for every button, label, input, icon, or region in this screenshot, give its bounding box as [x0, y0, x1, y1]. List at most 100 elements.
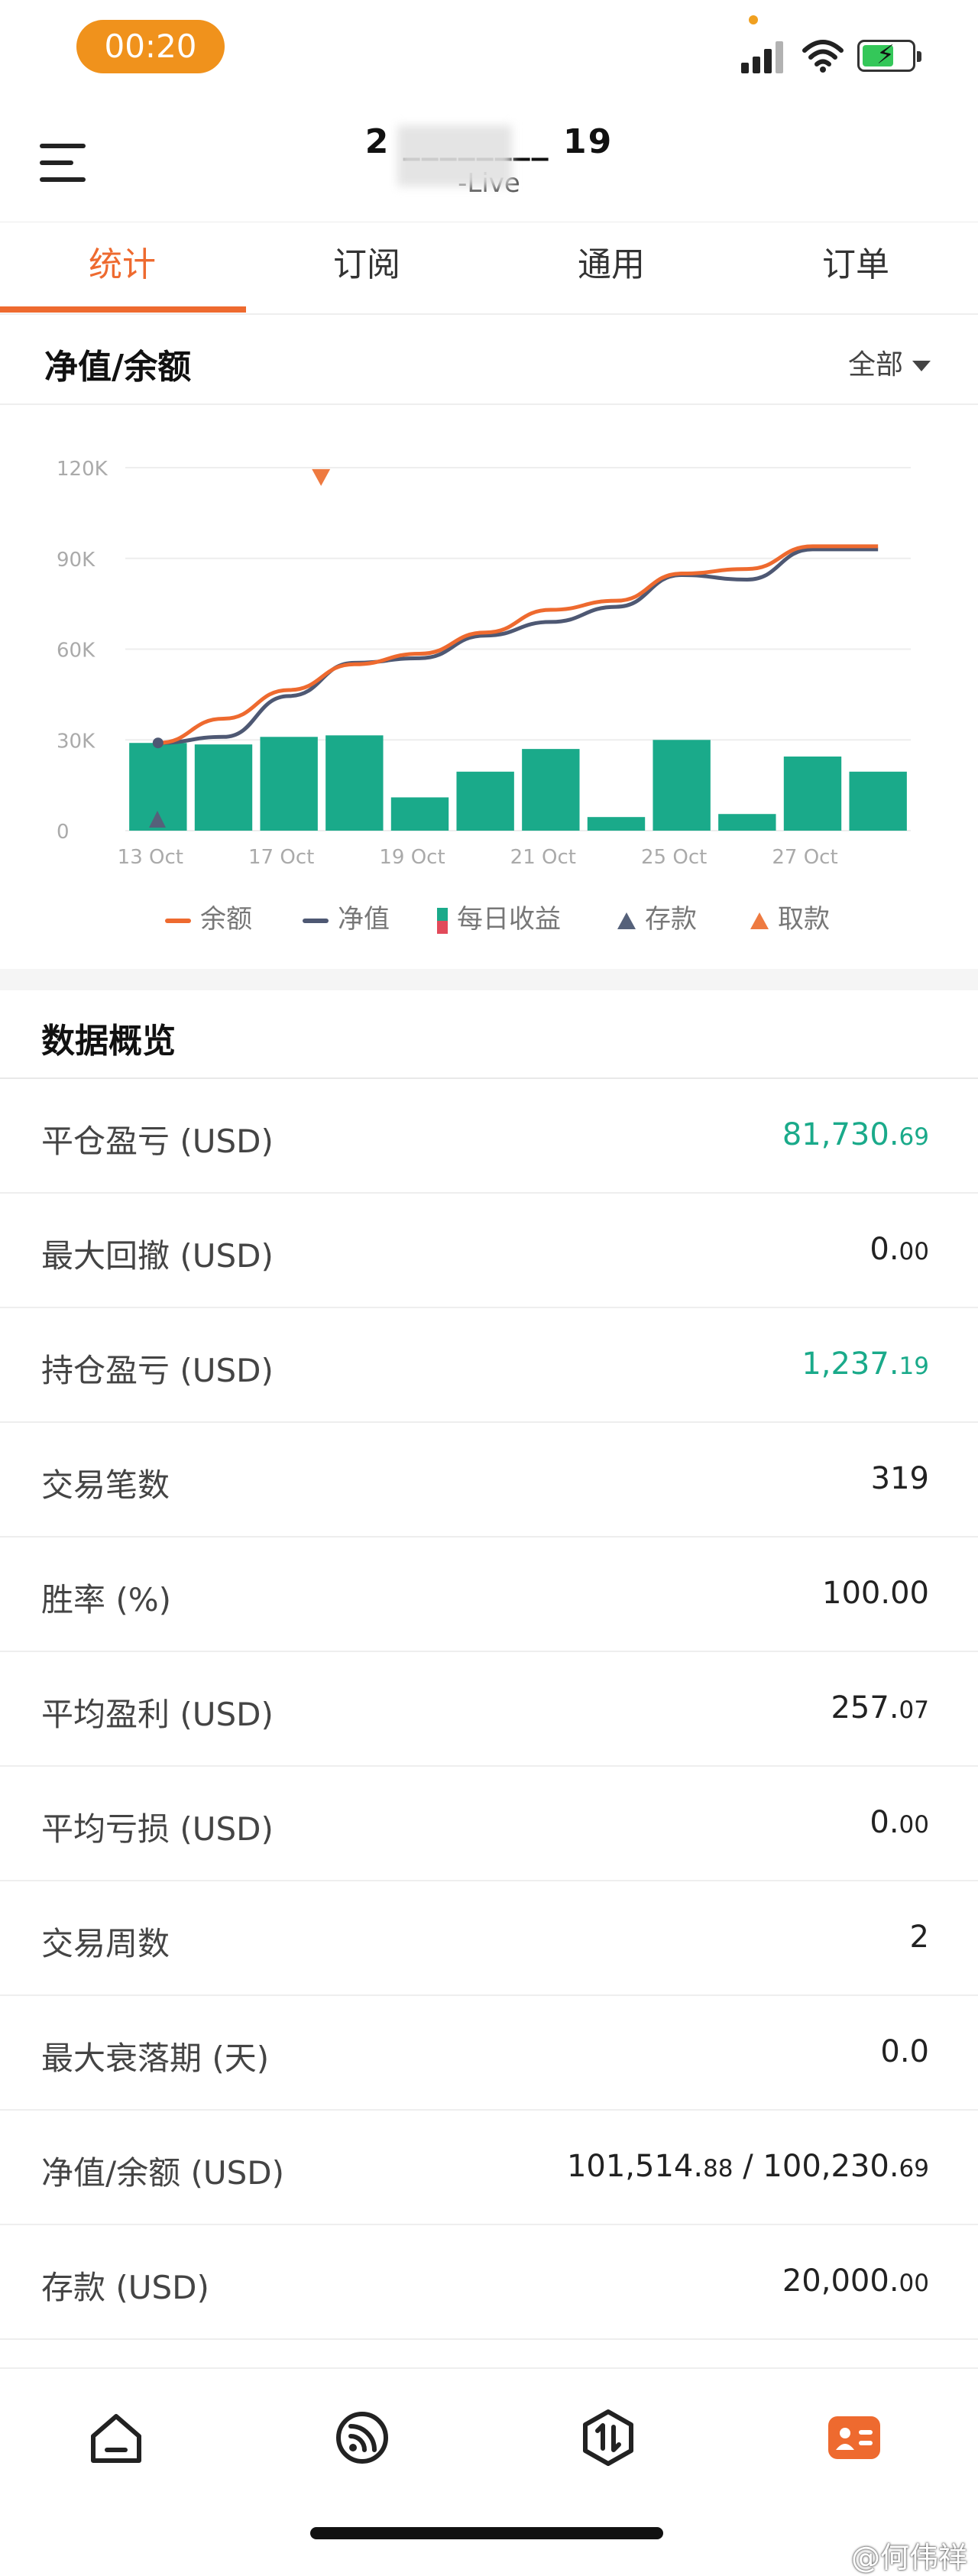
overview-header: 数据概览	[0, 990, 978, 1079]
daily-profit-bar	[783, 757, 842, 831]
daily-profit-bar	[653, 740, 711, 831]
overview-row-value: 0.00	[870, 1232, 929, 1267]
wifi-icon	[802, 40, 844, 73]
range-dropdown[interactable]: 全部	[848, 342, 931, 382]
overview-row: 最大回撤 (USD) 0.00	[0, 1194, 978, 1308]
overview-row-label: 平均盈利 (USD)	[41, 1696, 274, 1733]
overview-row-value: 319	[870, 1461, 929, 1496]
overview-title: 数据概览	[41, 1022, 176, 1061]
status-bar: 00:20 ⚡	[0, 0, 978, 99]
overview-row: 净值/余额 (USD) 101,514.88 / 100,230.69	[0, 2111, 978, 2225]
overview-row-value: 20,000.00	[782, 2263, 929, 2299]
overview-row-label: 交易周数	[41, 1925, 170, 1962]
home-indicator	[310, 2527, 663, 2539]
balance-line	[157, 544, 879, 745]
overview-row-label: 存款 (USD)	[41, 2269, 209, 2306]
tab-bar: 统计 订阅 通用 订单	[0, 222, 978, 314]
overview-row-label: 持仓盈亏 (USD)	[41, 1352, 274, 1389]
chart-svg: 0 30K 60K 90K 120K 13 Oct 17 Oct 19 Oct 21 Oct 25…	[57, 458, 911, 869]
withdraw-triangle-icon	[750, 912, 769, 929]
range-dropdown-value: 全部	[847, 349, 903, 381]
watermark: @何伟祥	[850, 2541, 967, 2574]
overview-row-label: 最大衰落期 (天)	[41, 2040, 270, 2077]
status-time: 00:20	[76, 20, 225, 73]
chart-legend: 余额 净值 每日收益 存款 取款	[0, 894, 978, 948]
x-tick-label: 25 Oct	[641, 846, 707, 869]
overview-row-label: 胜率 (%)	[41, 1581, 172, 1619]
redaction-blur	[397, 125, 512, 186]
legend-balance-label: 余额	[200, 904, 252, 935]
overview-row-value: 0.00	[870, 1805, 929, 1840]
daily-profit-bar	[849, 771, 907, 831]
signal-icon	[741, 41, 787, 73]
feed-icon[interactable]	[332, 2407, 393, 2468]
overview-row-value: 0.0	[880, 2034, 929, 2069]
daily-profit-bar	[194, 744, 253, 831]
legend-daily-profit-label: 每日收益	[457, 904, 561, 935]
y-tick-label: 60K	[57, 640, 96, 663]
x-tick-label: 27 Oct	[772, 846, 837, 869]
legend-withdraw[interactable]: 取款	[750, 900, 830, 938]
legend-equity[interactable]: 净值	[303, 900, 390, 938]
overview-row: 交易周数 2	[0, 1881, 978, 1996]
legend-deposit-label: 存款	[645, 904, 697, 935]
y-tick-label: 90K	[57, 549, 96, 572]
overview-row-label: 平仓盈亏 (USD)	[41, 1123, 274, 1160]
overview-row: 平均盈利 (USD) 257.07	[0, 1652, 978, 1767]
overview-row-label: 净值/余额 (USD)	[41, 2154, 285, 2192]
overview-row-value: 1,237.19	[802, 1346, 929, 1382]
withdraw-marker	[312, 468, 331, 486]
daily-profit-swatch	[437, 907, 448, 934]
tab-orders[interactable]: 订单	[734, 222, 978, 314]
overview-row: 持仓盈亏 (USD) 1,237.19	[0, 1308, 978, 1423]
daily-profit-bar	[522, 749, 580, 831]
overview-row-label: 最大回撤 (USD)	[41, 1237, 274, 1275]
equity-line	[157, 547, 879, 745]
x-tick-label: 17 Oct	[248, 846, 314, 869]
equity-start-point	[152, 737, 164, 749]
section-gap	[0, 969, 978, 990]
legend-equity-label: 净值	[338, 904, 390, 935]
overview-row: 平仓盈亏 (USD) 81,730.69	[0, 1079, 978, 1194]
home-icon[interactable]	[86, 2407, 147, 2468]
legend-daily-profit[interactable]: 每日收益	[437, 900, 561, 938]
legend-withdraw-label: 取款	[778, 904, 830, 935]
x-tick-label: 21 Oct	[510, 846, 576, 869]
trade-icon[interactable]	[578, 2407, 639, 2468]
y-tick-label: 0	[57, 821, 70, 844]
legend-deposit[interactable]: 存款	[617, 900, 697, 938]
overview-row-value: 257.07	[831, 1690, 929, 1725]
overview-row-label: 交易笔数	[41, 1466, 170, 1504]
overview-row: 平均亏损 (USD) 0.00	[0, 1767, 978, 1881]
daily-profit-bar	[587, 817, 646, 831]
bottom-nav	[0, 2367, 978, 2506]
battery-icon: ⚡	[857, 40, 921, 72]
y-tick-label: 30K	[57, 730, 96, 753]
tab-statistics[interactable]: 统计	[0, 222, 244, 314]
daily-profit-bar	[718, 814, 776, 831]
profile-card-icon[interactable]	[824, 2407, 885, 2468]
daily-profit-bar	[260, 737, 318, 831]
tab-subscribe[interactable]: 订阅	[244, 222, 489, 314]
y-tick-label: 120K	[57, 458, 108, 481]
active-tab-indicator	[0, 306, 246, 313]
privacy-indicator	[749, 15, 758, 24]
deposit-triangle-icon	[617, 912, 636, 929]
x-tick-label: 19 Oct	[379, 846, 445, 869]
overview-row-value: 101,514.88 / 100,230.69	[566, 2149, 929, 2184]
chart-section-header: 净值/余额 全部	[0, 313, 978, 405]
caret-down-icon	[912, 361, 931, 371]
overview-row-value: 2	[909, 1920, 929, 1955]
legend-balance[interactable]: 余额	[165, 900, 252, 938]
balance-swatch	[165, 918, 191, 923]
overview-row: 胜率 (%) 100.00	[0, 1537, 978, 1652]
tab-general[interactable]: 通用	[489, 222, 734, 314]
overview-row-label: 平均亏损 (USD)	[41, 1810, 274, 1848]
equity-balance-chart: 0 30K 60K 90K 120K 13 Oct 17 Oct 19 Oct 21 Oct 25…	[0, 405, 978, 963]
x-tick-label: 13 Oct	[118, 846, 183, 869]
overview-row-value: 100.00	[822, 1576, 929, 1611]
equity-swatch	[303, 918, 329, 923]
overview-row: 最大衰落期 (天) 0.0	[0, 1996, 978, 2111]
overview-row-value: 81,730.69	[782, 1117, 929, 1152]
overview-row: 交易笔数 319	[0, 1423, 978, 1537]
